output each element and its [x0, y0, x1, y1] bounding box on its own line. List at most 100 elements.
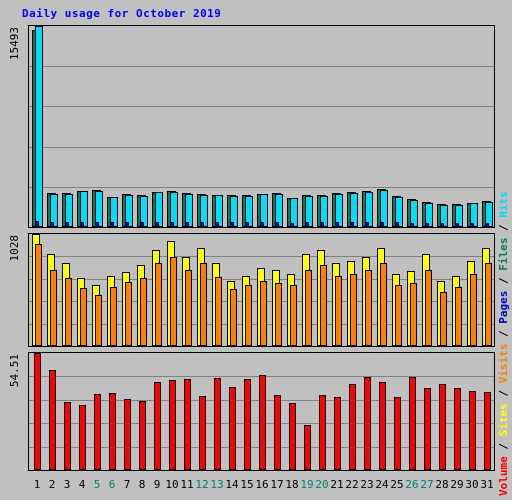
bar-pages-day-13 [215, 222, 219, 227]
bar-visits-day-11 [185, 270, 192, 346]
legend-item-hits: Hits [497, 191, 510, 218]
bar-visits-day-24 [380, 263, 387, 346]
bar-volume-day-12 [198, 396, 206, 470]
bar-volume-day-5 [93, 394, 101, 470]
bar-pages-day-29 [455, 223, 459, 227]
bar-volume-day-24 [378, 382, 386, 470]
bar-pages-day-5 [95, 222, 99, 227]
bar-volume-day-31 [483, 392, 491, 470]
x-axis-tick-day-2: 2 [48, 478, 56, 491]
bar-pages-day-7 [125, 222, 129, 227]
legend-item-volume: Volume [497, 456, 510, 496]
bar-visits-day-29 [455, 287, 462, 346]
bar-visits-day-5 [95, 295, 102, 346]
bar-volume-day-21 [333, 397, 341, 470]
x-axis-tick-day-12: 12 [195, 478, 209, 491]
bar-pages-day-22 [350, 222, 354, 227]
bar-volume-day-20 [318, 395, 326, 470]
x-axis-day-labels: 1 2 3 4 5 6 7 8 9 10 11 12 13 14 15 16 17 18 19 20 21 22 23 24 2… [28, 478, 495, 494]
bar-volume-day-11 [183, 379, 191, 470]
bar-volume-day-8 [138, 401, 146, 470]
bar-visits-day-19 [305, 270, 312, 346]
bar-volume-day-14 [228, 387, 236, 470]
x-axis-tick-day-5: 5 [93, 478, 101, 491]
bar-volume-day-2 [48, 370, 56, 470]
bar-volume-day-10 [168, 380, 176, 470]
bar-pages-day-4 [80, 222, 84, 227]
bar-visits-day-28 [440, 292, 447, 346]
x-axis-tick-day-21: 21 [330, 478, 344, 491]
bar-hits-day-1 [34, 26, 43, 227]
x-axis-tick-day-27: 27 [420, 478, 434, 491]
x-axis-tick-day-24: 24 [375, 478, 389, 491]
bar-pages-day-3 [65, 222, 69, 227]
bar-pages-day-27 [425, 223, 429, 227]
bar-visits-day-20 [320, 265, 327, 346]
bar-volume-day-6 [108, 393, 116, 470]
bar-volume-day-3 [63, 402, 71, 470]
bar-volume-day-1 [33, 353, 41, 470]
plot-area-volume [29, 353, 494, 470]
bar-pages-day-18 [290, 223, 294, 227]
bar-visits-day-27 [425, 270, 432, 346]
bar-visits-day-6 [110, 287, 117, 346]
x-axis-tick-day-25: 25 [390, 478, 404, 491]
x-axis-tick-day-22: 22 [345, 478, 359, 491]
bar-pages-day-8 [140, 222, 144, 227]
bar-volume-day-13 [213, 378, 221, 470]
x-axis-tick-day-10: 10 [165, 478, 179, 491]
bar-pages-day-26 [410, 223, 414, 227]
bar-pages-day-10 [170, 222, 174, 227]
x-axis-tick-day-23: 23 [360, 478, 374, 491]
bar-volume-day-7 [123, 399, 131, 470]
x-axis-tick-day-29: 29 [450, 478, 464, 491]
bar-visits-day-14 [230, 289, 237, 346]
bar-volume-day-19 [303, 425, 311, 470]
x-axis-tick-day-16: 16 [255, 478, 269, 491]
x-axis-tick-day-20: 20 [315, 478, 329, 491]
bar-visits-day-13 [215, 277, 222, 346]
bar-volume-day-17 [273, 395, 281, 470]
bar-visits-day-8 [140, 278, 147, 346]
x-axis-tick-day-4: 4 [78, 478, 86, 491]
bar-volume-day-26 [408, 377, 416, 470]
x-axis-tick-day-17: 17 [270, 478, 284, 491]
legend-separator: / [497, 217, 510, 238]
bar-pages-day-19 [305, 222, 309, 227]
bar-volume-day-4 [78, 405, 86, 470]
bar-pages-day-2 [50, 222, 54, 227]
legend: Volume / Sites / Visits / Pages / Files … [496, 191, 511, 496]
y-axis-label-volume: 54.51 [8, 354, 21, 388]
bar-visits-day-30 [470, 274, 477, 346]
legend-item-visits: Visits [497, 343, 510, 384]
bar-pages-day-12 [200, 222, 204, 227]
bar-visits-day-18 [290, 285, 297, 346]
plot-area-hits [29, 26, 494, 227]
bar-pages-day-23 [365, 222, 369, 227]
bar-pages-day-11 [185, 222, 189, 227]
x-axis-tick-day-19: 19 [300, 478, 314, 491]
bar-pages-day-14 [230, 222, 234, 227]
x-axis-tick-day-28: 28 [435, 478, 449, 491]
bar-volume-day-23 [363, 377, 371, 470]
legend-item-sites: Sites [497, 403, 510, 437]
bar-volume-day-28 [438, 384, 446, 470]
legend-separator: / [497, 270, 510, 291]
legend-separator: / [497, 436, 510, 457]
legend-separator: / [497, 323, 510, 344]
bar-visits-day-12 [200, 263, 207, 346]
page-title: Daily usage for October 2019 [22, 7, 222, 20]
bar-visits-day-3 [65, 278, 72, 346]
bar-pages-day-15 [245, 222, 249, 227]
bar-volume-day-30 [468, 391, 476, 470]
bar-visits-day-1 [35, 244, 42, 346]
webalizer-usage-chart: Daily usage for October 2019 15493 1028 … [0, 0, 512, 500]
bar-pages-day-24 [380, 222, 384, 227]
x-axis-tick-day-8: 8 [138, 478, 146, 491]
bar-pages-day-21 [335, 222, 339, 227]
y-axis-label-hits: 15493 [8, 27, 21, 61]
x-axis-tick-day-30: 30 [465, 478, 479, 491]
bar-volume-day-27 [423, 388, 431, 470]
x-axis-tick-day-31: 31 [480, 478, 494, 491]
bar-pages-day-31 [485, 223, 489, 227]
